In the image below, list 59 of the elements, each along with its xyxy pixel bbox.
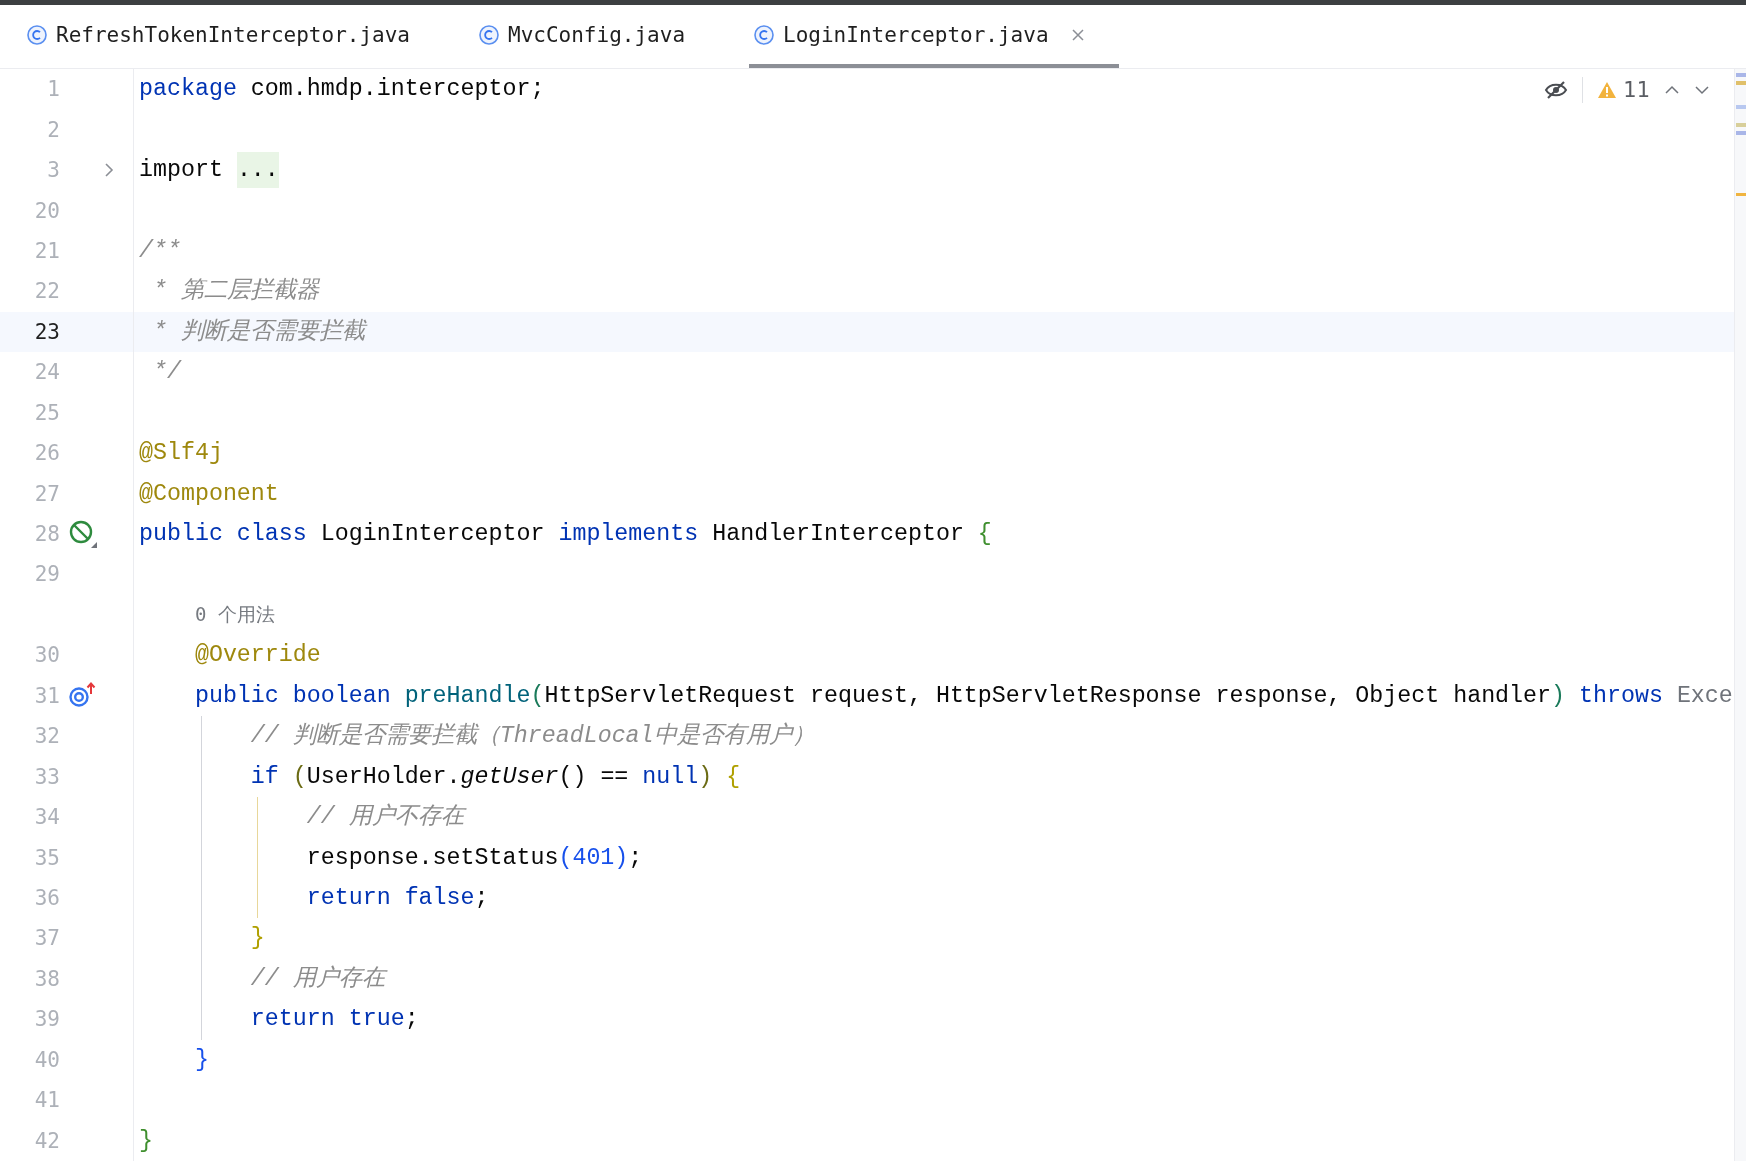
line-number: 30 <box>33 643 60 668</box>
editor-tab[interactable]: MvcConfig.java <box>474 5 720 68</box>
code-line: return false; <box>305 883 489 913</box>
line-number: 24 <box>33 360 60 385</box>
code-line: /** <box>139 236 181 266</box>
line-number: 35 <box>33 845 60 870</box>
line-number: 23 <box>33 319 60 344</box>
line-number: 33 <box>33 764 60 789</box>
line-number: 25 <box>33 400 60 425</box>
line-number: 39 <box>33 1007 60 1032</box>
editor-tab[interactable]: LoginInterceptor.java <box>749 5 1119 68</box>
code-line: @Component <box>139 479 279 509</box>
line-number: 1 <box>46 77 60 102</box>
line-number: 22 <box>33 279 60 304</box>
code-line: public boolean preHandle(HttpServletRequest request, HttpServletResponse response, Object handler) throws Exce <box>193 681 1733 711</box>
code-line: // 判断是否需要拦截（ThreadLocal中是否有用户） <box>249 721 815 752</box>
line-number: 26 <box>33 441 60 466</box>
line-number: 27 <box>33 481 60 506</box>
line-number: 20 <box>33 198 60 223</box>
code-line: */ <box>151 358 181 388</box>
editor-tab[interactable]: RefreshTokenInterceptor.java <box>22 5 444 68</box>
line-number: 28 <box>33 522 60 547</box>
line-number: 2 <box>46 117 60 142</box>
code-line: if (UserHolder.getUser() == null) { <box>249 762 741 792</box>
line-number: 36 <box>33 885 60 910</box>
line-number: 29 <box>33 562 60 587</box>
line-number: 40 <box>33 1047 60 1072</box>
eye-slash-icon <box>1544 80 1569 100</box>
code-line: response.setStatus(401); <box>305 843 643 873</box>
code-line: return true; <box>249 1005 419 1035</box>
line-number: 31 <box>33 683 60 708</box>
code-line: package com.hmdp.interceptor; <box>139 75 545 105</box>
line-number: 34 <box>33 805 60 830</box>
warning-count[interactable]: 11 <box>1597 78 1650 102</box>
code-line: } <box>249 924 265 954</box>
scrollbar-track[interactable] <box>1734 69 1746 1161</box>
line-number: 42 <box>33 1128 60 1153</box>
class-icon <box>478 23 500 46</box>
code-line: import ... <box>139 152 279 189</box>
class-icon <box>753 23 776 46</box>
warning-count-text: 11 <box>1623 78 1650 102</box>
code-line: @Slf4j <box>139 439 223 469</box>
warning-icon <box>1597 81 1618 99</box>
code-line: @Override <box>193 641 321 671</box>
code-line: } <box>193 1045 209 1075</box>
line-number: 37 <box>33 926 60 951</box>
usage-hint[interactable]: 0 个用法 <box>139 601 275 628</box>
close-icon <box>1070 27 1085 42</box>
line-number: 3 <box>46 158 60 183</box>
line-number: 21 <box>33 238 60 263</box>
line-number: 38 <box>33 966 60 991</box>
code-line: } <box>139 1126 153 1156</box>
code-line: * 第二层拦截器 <box>151 277 319 307</box>
code-line: public class LoginInterceptor implements HandlerInterceptor { <box>139 520 992 550</box>
class-icon <box>26 23 48 46</box>
line-number: 32 <box>33 724 60 749</box>
line-number: 41 <box>33 1088 60 1113</box>
chevron-up-icon[interactable] <box>1664 85 1680 95</box>
chevron-down-icon[interactable] <box>1694 85 1710 95</box>
